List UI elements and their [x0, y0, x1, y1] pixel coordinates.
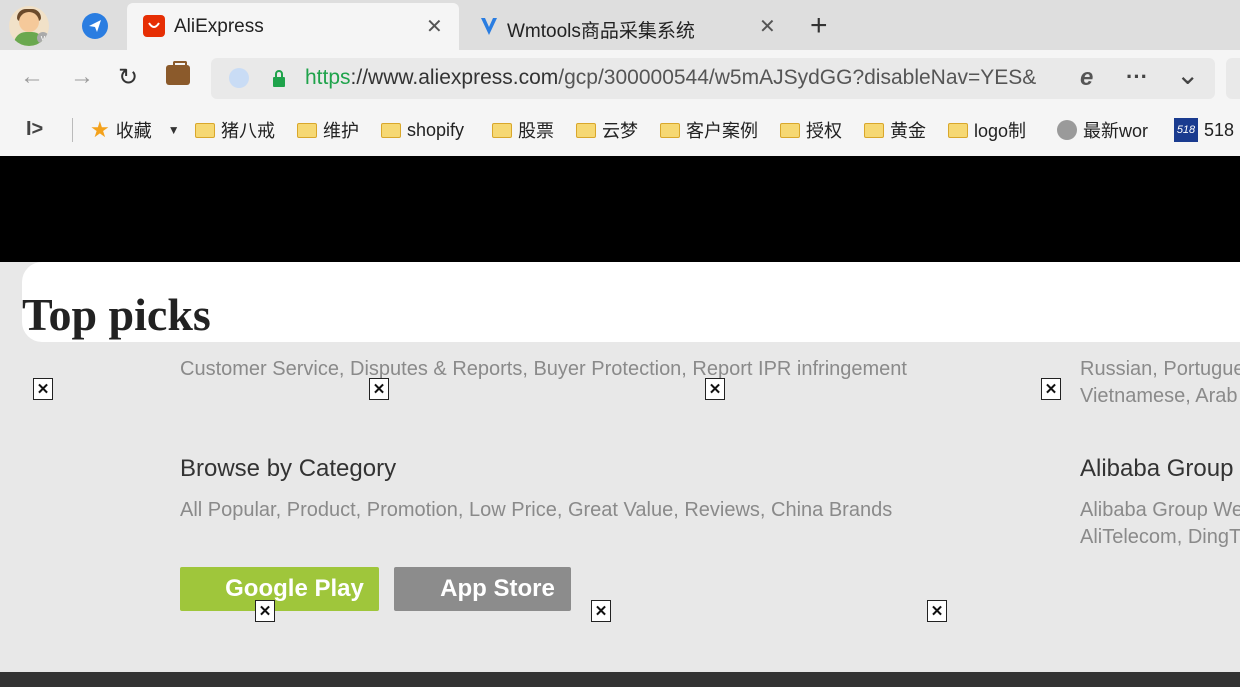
tab-close-icon[interactable]: ✕: [759, 14, 776, 39]
folder-icon: [492, 122, 512, 138]
page-footer: [0, 672, 1240, 687]
more-icon[interactable]: ···: [1126, 64, 1148, 90]
bookmark-folder[interactable]: 股票: [492, 117, 554, 143]
ie-mode-icon[interactable]: e: [1080, 64, 1093, 92]
broken-image-icon: ✕: [591, 600, 611, 622]
broken-image-icon: ✕: [705, 378, 725, 400]
language-links[interactable]: Russian, Portugue: [1080, 358, 1240, 381]
divider: [72, 118, 73, 142]
folder-icon: [297, 122, 317, 138]
send-icon[interactable]: [82, 13, 108, 39]
bookmark-folder[interactable]: 授权: [780, 117, 842, 143]
alibaba-group-title: Alibaba Group: [1080, 455, 1234, 482]
518-logo-icon: 518: [1174, 118, 1198, 142]
bookmark-folder[interactable]: 黄金: [864, 117, 926, 143]
folder-icon: [660, 122, 680, 138]
tab-title-aliexpress: AliExpress: [174, 16, 264, 37]
bookmark-folder[interactable]: 客户案例: [660, 117, 758, 143]
star-icon: ★: [90, 117, 110, 142]
tab-close-icon[interactable]: ✕: [426, 14, 443, 39]
lock-icon: [271, 70, 287, 87]
tab-title-wmtools: Wmtools商品采集系统: [507, 21, 695, 42]
bookmark-folder[interactable]: logo制: [948, 117, 1026, 143]
help-links[interactable]: Customer Service, Disputes & Reports, Bu…: [180, 358, 907, 381]
briefcase-icon[interactable]: [166, 61, 190, 85]
profile-avatar-icon[interactable]: v: [9, 6, 49, 46]
language-links[interactable]: Vietnamese, Arab: [1080, 385, 1238, 408]
folder-icon: [864, 122, 884, 138]
broken-image-icon: ✕: [255, 600, 275, 622]
google-play-button[interactable]: Google Play: [180, 567, 379, 611]
broken-image-icon: ✕: [927, 600, 947, 622]
folder-icon: [948, 122, 968, 138]
broken-image-icon: ✕: [33, 378, 53, 400]
folder-icon: [195, 122, 215, 138]
bookmark-folder[interactable]: 猪八戒: [195, 117, 275, 143]
sidebar-toggle-icon[interactable]: I>: [26, 118, 43, 141]
url-text[interactable]: https://www.aliexpress.com/gcp/300000544…: [305, 66, 1065, 90]
broken-image-icon: ✕: [369, 378, 389, 400]
page-header-banner: [0, 156, 1240, 262]
wmtools-favicon-icon: [478, 15, 500, 37]
bookmark-link[interactable]: 最新wor: [1057, 117, 1148, 143]
bookmark-favorites[interactable]: ★ 收藏 ▼: [90, 117, 180, 143]
browse-category-title: Browse by Category: [180, 455, 397, 482]
chevron-down-icon[interactable]: ⌄: [1176, 58, 1199, 91]
site-info-icon[interactable]: [229, 68, 249, 88]
folder-icon: [780, 122, 800, 138]
globe-icon: [1057, 120, 1077, 140]
alibaba-links[interactable]: Alibaba Group We: [1080, 499, 1240, 522]
aliexpress-favicon-icon: [143, 15, 165, 37]
folder-icon: [576, 122, 596, 138]
page-title: Top picks: [22, 289, 211, 340]
forward-icon[interactable]: →: [70, 63, 94, 91]
folder-icon: [381, 122, 401, 138]
browse-category-links[interactable]: All Popular, Product, Promotion, Low Pri…: [180, 499, 892, 522]
broken-image-icon: ✕: [1041, 378, 1061, 400]
alibaba-links[interactable]: AliTelecom, DingT: [1080, 526, 1240, 549]
bookmark-link[interactable]: 518 518: [1174, 117, 1234, 143]
app-store-button[interactable]: App Store: [394, 567, 571, 611]
bookmark-folder[interactable]: shopify: [381, 117, 464, 143]
back-icon[interactable]: ←: [20, 63, 44, 91]
new-tab-button[interactable]: +: [810, 9, 828, 43]
reload-icon[interactable]: ↻: [118, 63, 138, 92]
bookmark-folder[interactable]: 云梦: [576, 117, 638, 143]
search-box[interactable]: [1226, 58, 1240, 99]
bookmark-folder[interactable]: 维护: [297, 117, 359, 143]
